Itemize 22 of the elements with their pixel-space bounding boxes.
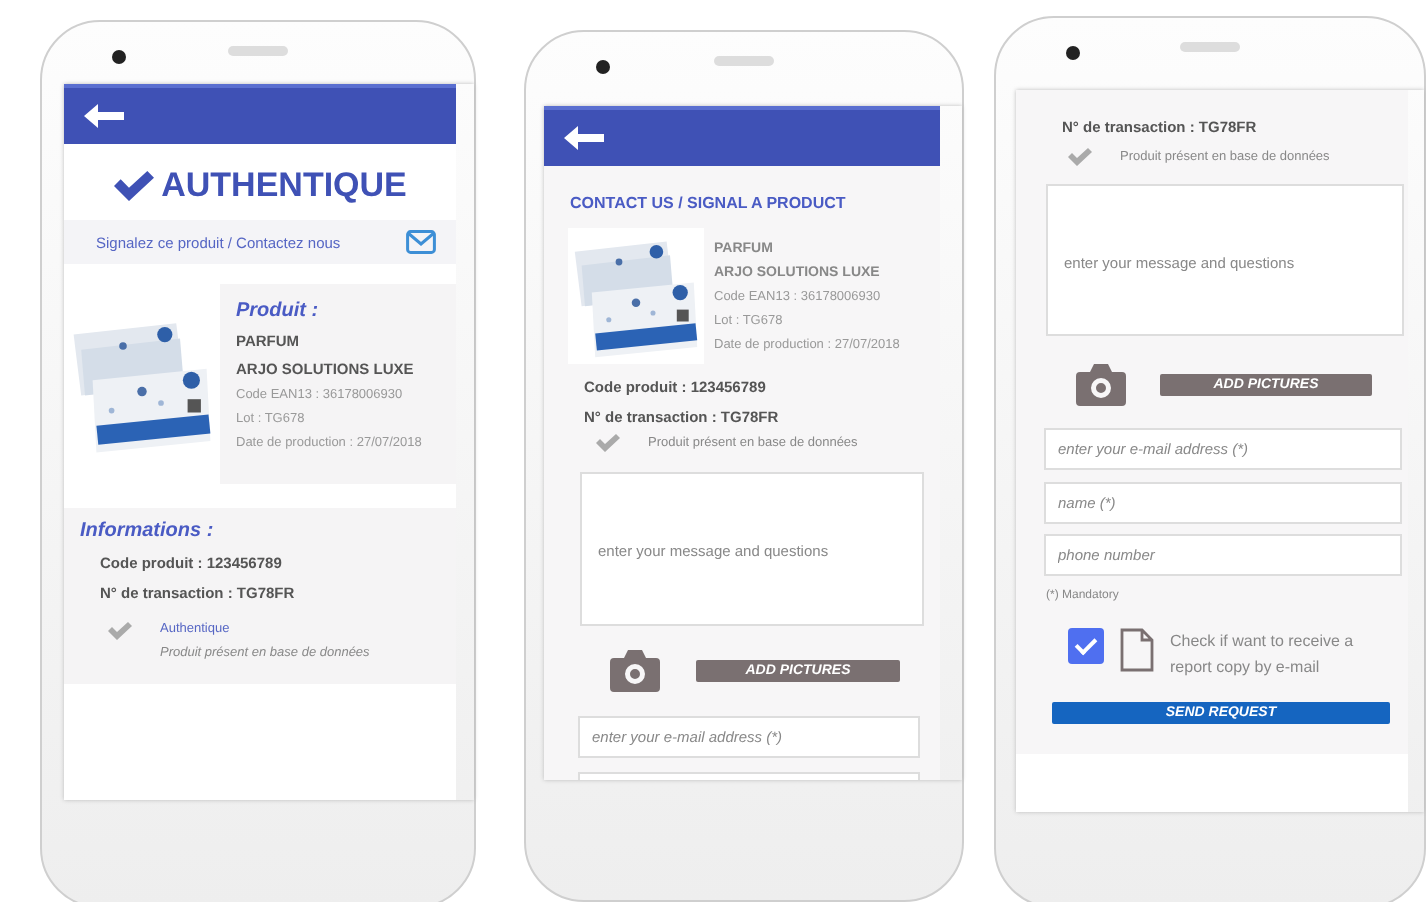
speaker-icon: [1180, 42, 1240, 52]
speaker-icon: [228, 46, 288, 56]
product-heading: Produit :: [236, 300, 321, 322]
contact-title: CONTACT US / SIGNAL A PRODUCT: [568, 192, 848, 216]
speaker-icon: [714, 56, 774, 66]
check-icon: [596, 434, 620, 452]
information-heading: Informations :: [80, 520, 216, 542]
check-icon: [113, 170, 154, 202]
document-icon: [1120, 628, 1154, 672]
back-arrow-icon[interactable]: [564, 126, 604, 150]
check-icon: [108, 622, 132, 640]
report-copy-label: Check if want to receive a report copy by e-mail: [1170, 630, 1356, 680]
camera-icon[interactable]: [610, 648, 660, 692]
back-arrow-icon[interactable]: [84, 104, 124, 128]
check-icon: [1068, 148, 1092, 166]
front-camera-icon: [112, 50, 126, 64]
mail-icon[interactable]: [406, 230, 436, 254]
camera-icon[interactable]: [1076, 362, 1126, 406]
front-camera-icon: [596, 60, 610, 74]
report-copy-checkbox[interactable]: [1068, 628, 1104, 664]
front-camera-icon: [1066, 46, 1080, 60]
authentic-status: AUTHENTIQUE: [161, 166, 407, 206]
